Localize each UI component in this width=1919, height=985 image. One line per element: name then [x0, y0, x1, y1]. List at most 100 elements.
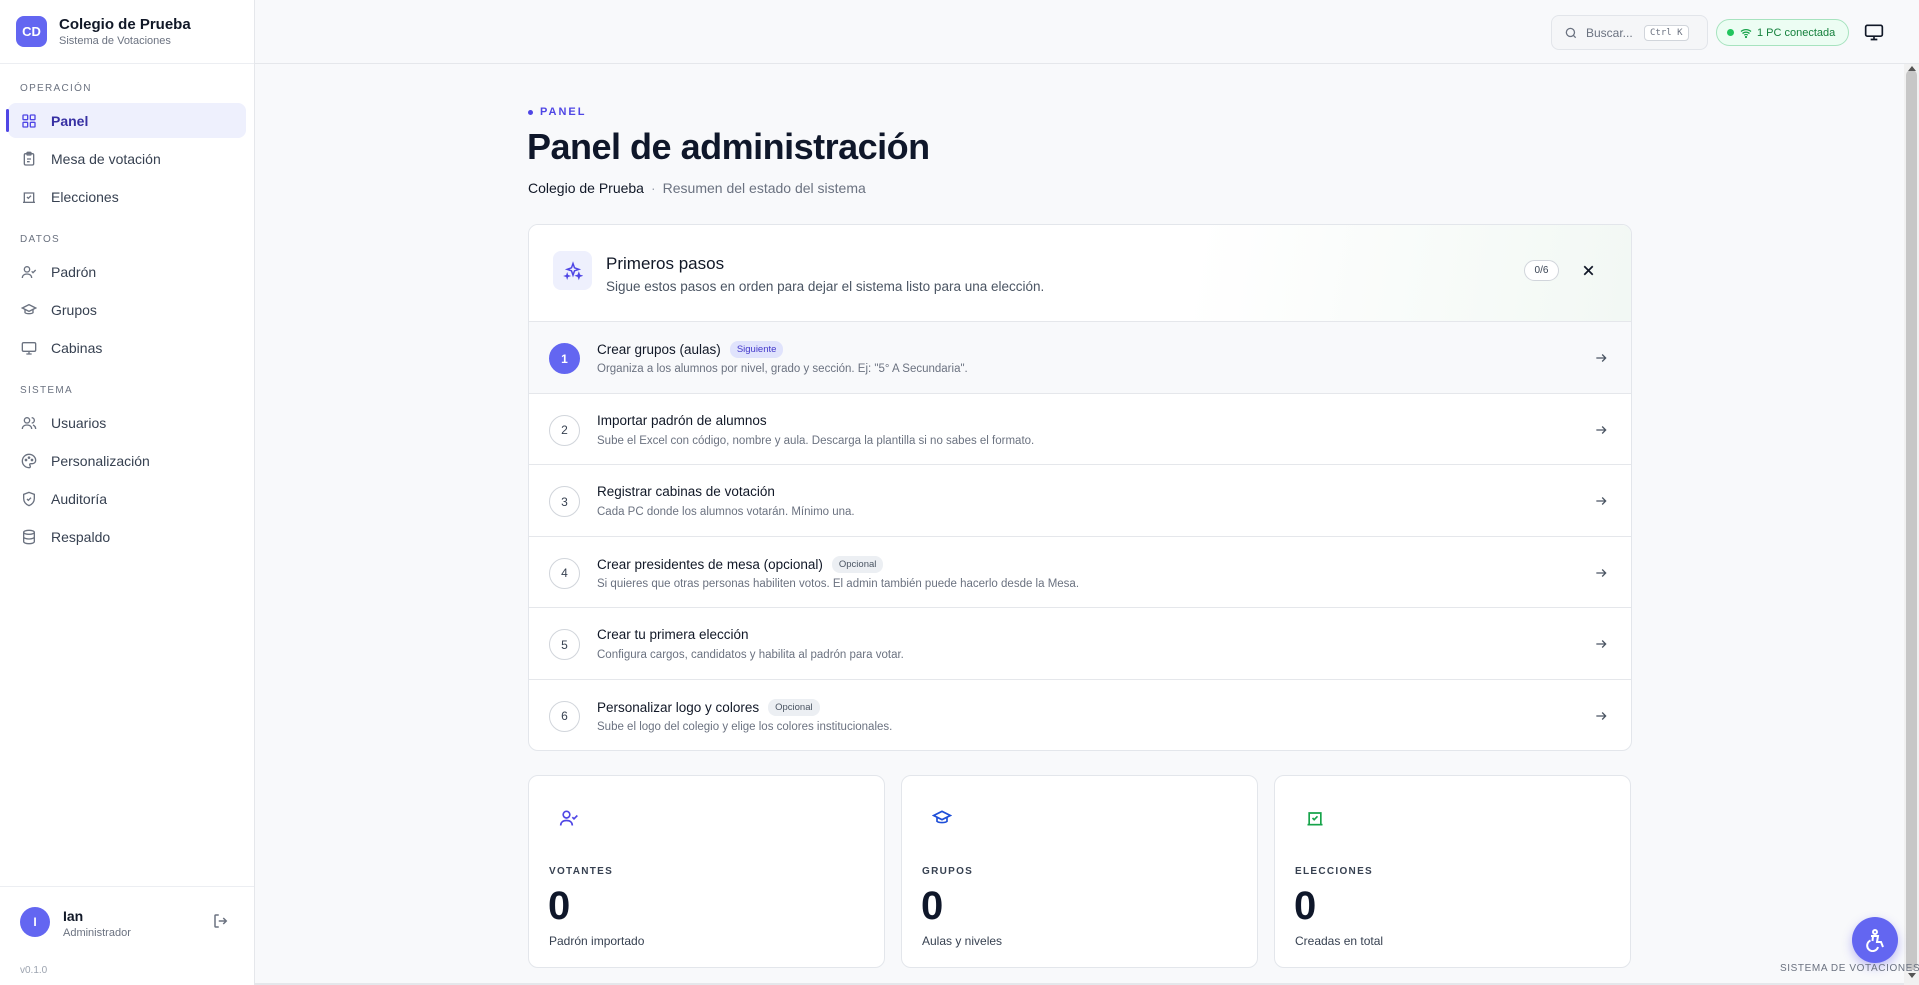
ballot-box-icon	[21, 189, 37, 205]
step-registrar-cabinas[interactable]: 3 Registrar cabinas de votación Cada PC …	[529, 465, 1631, 537]
sidebar-item-grupos[interactable]: Grupos	[8, 292, 246, 327]
step-personalizar[interactable]: 6 Personalizar logo y colores Opcional S…	[529, 680, 1631, 750]
connection-status-text: 1 PC conectada	[1757, 26, 1836, 39]
nav-sistema: SISTEMA Usuarios Personalización Auditor…	[0, 384, 254, 554]
page-summary: Resumen del estado del sistema	[662, 180, 866, 196]
nav-section-label: DATOS	[20, 234, 61, 245]
monitor-icon[interactable]	[1864, 22, 1884, 42]
sidebar-item-padron[interactable]: Padrón	[8, 254, 246, 289]
stat-label: ELECCIONES	[1295, 866, 1374, 877]
onboarding-card: Primeros pasos Sigue estos pasos en orde…	[528, 224, 1632, 751]
sidebar-item-panel[interactable]: Panel	[6, 103, 246, 138]
shield-check-icon	[21, 491, 37, 507]
brand-subtitle: Sistema de Votaciones	[59, 34, 171, 47]
sidebar-item-label: Elecciones	[51, 188, 119, 205]
onboarding-description: Sigue estos pasos en orden para dejar el…	[606, 279, 1045, 294]
step-number: 3	[549, 486, 580, 518]
clipboard-icon	[21, 151, 37, 167]
scroll-up-icon[interactable]	[1908, 66, 1916, 71]
sidebar-item-elecciones[interactable]: Elecciones	[8, 179, 246, 214]
step-description: Configura cargos, candidatos y habilita …	[597, 649, 904, 662]
stat-value: 0	[548, 884, 571, 928]
avatar[interactable]: I	[20, 907, 50, 937]
sidebar-item-personalizacion[interactable]: Personalización	[8, 443, 246, 478]
nav-section-label: SISTEMA	[20, 385, 73, 396]
arrow-right-icon[interactable]	[1594, 494, 1608, 508]
sidebar-item-cabinas[interactable]: Cabinas	[8, 330, 246, 365]
status-dot	[1727, 29, 1734, 36]
school-name: Colegio de Prueba	[528, 180, 644, 196]
graduation-cap-icon	[21, 302, 37, 318]
user-check-icon	[559, 808, 579, 828]
topbar: Ctrl K 1 PC conectada	[255, 0, 1919, 64]
step-crear-presidentes[interactable]: 4 Crear presidentes de mesa (opcional) O…	[529, 537, 1631, 609]
step-description: Sube el logo del colegio y elige los col…	[597, 720, 893, 733]
step-title: Crear tu primera elección	[597, 627, 749, 643]
step-description: Cada PC donde los alumnos votarán. Mínim…	[597, 506, 855, 519]
sidebar-item-label: Auditoría	[51, 490, 108, 507]
database-icon	[21, 529, 37, 545]
step-description: Sube el Excel con código, nombre y aula.…	[597, 434, 1035, 447]
sidebar-item-label: Personalización	[51, 452, 150, 469]
sidebar-item-label: Usuarios	[51, 414, 107, 431]
step-badge-optional: Opcional	[831, 555, 884, 573]
connection-status-badge: 1 PC conectada	[1716, 19, 1849, 46]
ballot-box-icon	[1305, 808, 1325, 828]
close-icon[interactable]	[1580, 262, 1597, 279]
user-name: Ian	[63, 908, 84, 924]
sidebar-item-label: Panel	[51, 112, 89, 129]
step-importar-padron[interactable]: 2 Importar padrón de alumnos Sube el Exc…	[529, 394, 1631, 466]
scrollbar-thumb[interactable]	[1906, 70, 1917, 970]
step-number: 1	[549, 343, 580, 374]
search-icon	[1564, 26, 1578, 40]
step-number: 4	[549, 557, 580, 589]
stat-card-votantes: VOTANTES 0 Padrón importado	[528, 775, 885, 968]
search-input[interactable]	[1586, 25, 1640, 40]
stat-label: VOTANTES	[549, 866, 614, 877]
step-number: 2	[549, 414, 580, 446]
arrow-right-icon[interactable]	[1594, 423, 1608, 437]
step-title: Importar padrón de alumnos	[597, 412, 767, 428]
onboarding-title: Primeros pasos	[606, 254, 725, 273]
stat-value: 0	[1294, 884, 1317, 928]
sidebar-item-label: Respaldo	[51, 528, 111, 545]
sidebar-item-mesa-de-votacion[interactable]: Mesa de votación	[8, 141, 246, 176]
stat-caption: Padrón importado	[549, 934, 645, 948]
sidebar-item-usuarios[interactable]: Usuarios	[8, 405, 246, 440]
step-badge-next: Siguiente	[729, 341, 784, 358]
stat-label: GRUPOS	[922, 866, 974, 877]
nav-section-label: OPERACIÓN	[20, 83, 92, 94]
sidebar-item-label: Cabinas	[51, 339, 103, 356]
arrow-right-icon[interactable]	[1594, 637, 1608, 651]
page-subtitle: Colegio de Prueba · Resumen del estado del…	[528, 180, 866, 196]
step-crear-grupos[interactable]: 1 Crear grupos (aulas) Siguiente Organiz…	[529, 322, 1631, 394]
sidebar-item-auditoria[interactable]: Auditoría	[8, 481, 246, 516]
sidebar-item-respaldo[interactable]: Respaldo	[8, 519, 246, 554]
arrow-right-icon[interactable]	[1594, 566, 1608, 580]
arrow-right-icon[interactable]	[1594, 351, 1608, 365]
brand-header: CD Colegio de Prueba Sistema de Votacion…	[0, 0, 254, 64]
page-title: Panel de administración	[527, 126, 930, 167]
step-number: 5	[549, 629, 580, 661]
step-crear-eleccion[interactable]: 5 Crear tu primera elección Configura ca…	[529, 608, 1631, 680]
palette-icon	[21, 453, 37, 469]
search-box[interactable]: Ctrl K	[1551, 15, 1708, 50]
sidebar-item-label: Padrón	[51, 263, 97, 280]
progress-badge: 0/6	[1524, 260, 1559, 281]
footer-tag: SISTEMA DE VOTACIONES	[1780, 963, 1919, 974]
sidebar-item-label: Grupos	[51, 301, 97, 318]
sidebar: CD Colegio de Prueba Sistema de Votacion…	[0, 0, 255, 985]
step-title: Personalizar logo y colores Opcional	[597, 698, 820, 716]
stat-card-grupos: GRUPOS 0 Aulas y niveles	[901, 775, 1258, 968]
stat-card-elecciones: ELECCIONES 0 Creadas en total	[1274, 775, 1631, 968]
brand-logo: CD	[16, 16, 47, 47]
step-description: Si quieres que otras personas habiliten …	[597, 577, 1080, 590]
stat-caption: Creadas en total	[1295, 934, 1384, 948]
arrow-right-icon[interactable]	[1594, 709, 1608, 723]
graduation-cap-icon	[931, 808, 953, 828]
search-shortcut: Ctrl K	[1644, 24, 1689, 41]
logout-icon[interactable]	[212, 912, 230, 930]
accessibility-button[interactable]	[1852, 917, 1898, 963]
nav-operacion: OPERACIÓN Panel Mesa de votación Eleccio…	[0, 82, 254, 214]
step-title: Crear grupos (aulas) Siguiente	[597, 341, 784, 358]
